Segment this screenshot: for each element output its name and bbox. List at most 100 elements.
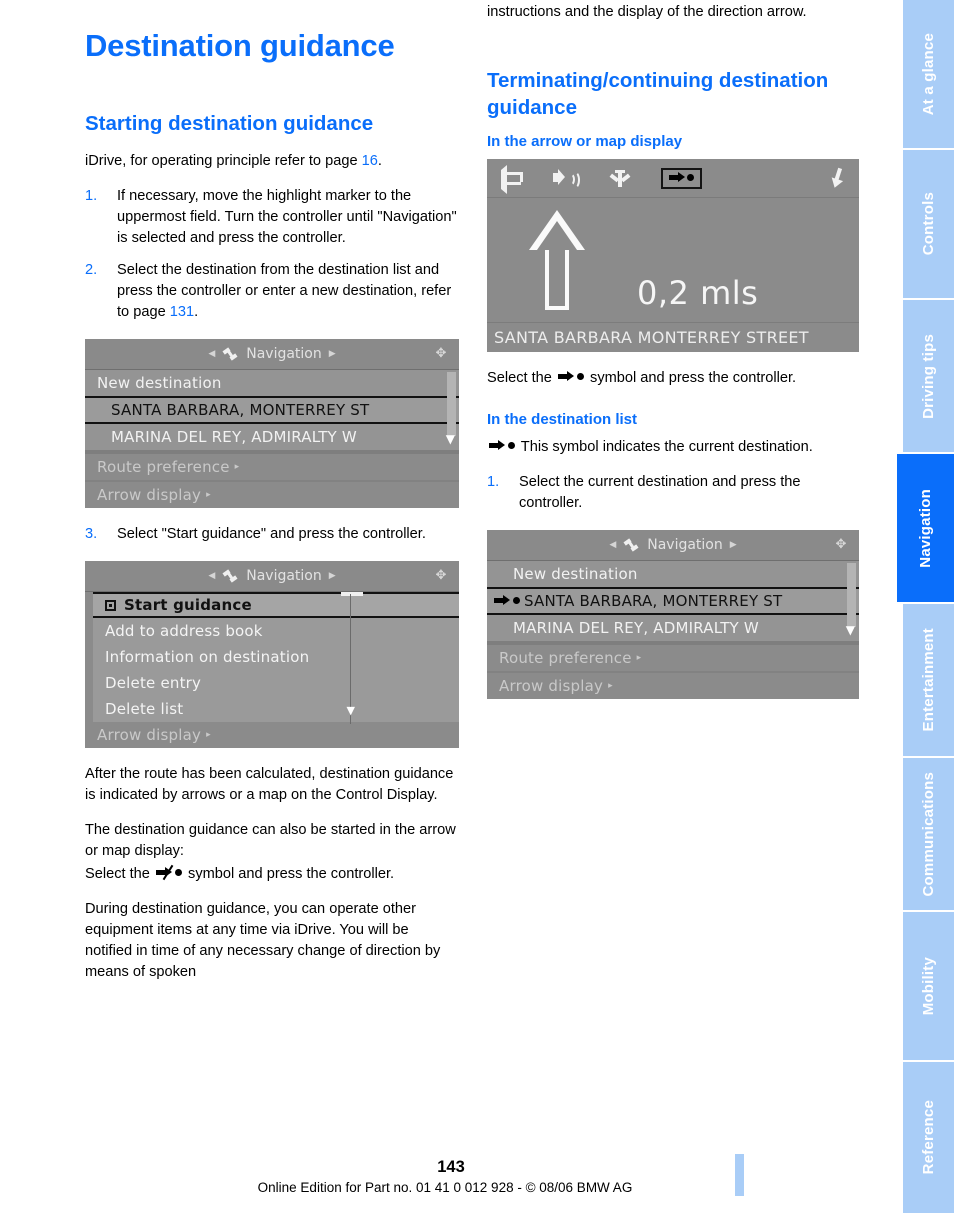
header-left-caret-icon[interactable]: ◀	[208, 349, 215, 359]
scroll-down-caret-icon[interactable]: ▼	[446, 432, 455, 446]
menu-scrollbar-thumb[interactable]	[341, 592, 363, 597]
menu-item-label: Start guidance	[124, 596, 252, 615]
sidebar-tab-at-a-glance[interactable]: At a glance	[903, 0, 954, 148]
list-scrollbar-thumb[interactable]	[447, 372, 456, 437]
sidebar-tab-driving-tips[interactable]: Driving tips	[903, 300, 954, 452]
paragraph-during-destination-guidance: During destination guidance, you can ope…	[85, 901, 441, 981]
current-street-name: SANTA BARBARA MONTERREY STREET	[487, 322, 859, 352]
page-reference-131[interactable]: 131	[170, 304, 194, 320]
menu-item-delete-entry[interactable]: Delete entry	[93, 670, 459, 697]
straight-ahead-arrow-icon	[529, 210, 585, 311]
idrive-intro-text: iDrive, for operating principle refer to…	[85, 153, 362, 170]
sidebar-tab-communications[interactable]: Communications	[903, 758, 954, 910]
header-right-caret-icon[interactable]: ▶	[730, 540, 737, 550]
exit-icon[interactable]	[827, 167, 845, 190]
list-item-current-destination[interactable]: SANTA BARBARA, MONTERREY ST	[487, 587, 859, 616]
list-item-label: Route preference	[499, 649, 632, 668]
step-1-number: 1.	[85, 188, 98, 205]
menu-item-start-guidance[interactable]: Start guidance	[93, 592, 459, 619]
list-item-arrow-display[interactable]: Arrow display ▸	[85, 482, 459, 509]
sidebar-tab-entertainment[interactable]: Entertainment	[903, 604, 954, 756]
move-crosshair-icon[interactable]: ✥	[832, 536, 850, 554]
step-3: 3. Select "Start guidance" and press the …	[85, 524, 459, 545]
list-item-new-destination[interactable]: New destination	[85, 370, 459, 397]
screenshot-arrow-display: 0,2 mls SANTA BARBARA MONTERREY STREET	[487, 159, 859, 353]
list-item-second-destination[interactable]: MARINA DEL REY, ADMIRALTY W	[487, 615, 859, 642]
scroll-down-caret-icon[interactable]: ▼	[347, 704, 355, 717]
list-item-arrow-display[interactable]: Arrow display ▸	[487, 673, 859, 700]
current-destination-symbol-icon	[494, 595, 520, 608]
destination-guidance-symbol-icon	[155, 864, 182, 881]
sidebar-tab-controls[interactable]: Controls	[903, 150, 954, 298]
step-1: 1. If necessary, move the highlight marke…	[85, 186, 459, 249]
list-item-route-preference[interactable]: Route preference ▸	[85, 454, 459, 481]
scroll-down-caret-icon[interactable]: ▼	[846, 623, 855, 637]
list-item-selected-destination[interactable]: SANTA BARBARA, MONTERREY ST	[85, 396, 459, 425]
left-column: Starting destination guidance iDrive, fo…	[85, 110, 459, 983]
list-item-label: Route preference	[97, 458, 230, 477]
idrive-header: ◀ Navigation ▶ ✥	[85, 561, 459, 593]
subsection-title-destination-list: In the destination list	[487, 411, 638, 429]
destination-list-steps: 1. Select the current destination and pre…	[487, 472, 860, 514]
list-item-label: SANTA BARBARA, MONTERREY ST	[524, 592, 783, 611]
sidebar-tab-reference[interactable]: Reference	[903, 1062, 954, 1213]
step-3-number: 3.	[85, 526, 98, 543]
idrive-menu-body: Start guidance Add to address book Infor…	[85, 592, 459, 749]
checkbox-icon[interactable]	[105, 599, 116, 611]
page-content: Destination guidance Starting destinatio…	[85, 4, 860, 983]
list-item-label: New destination	[513, 565, 638, 584]
list-item-route-preference[interactable]: Route preference ▸	[487, 645, 859, 672]
paragraph-continuation: instructions and the display of the dire…	[487, 4, 807, 20]
page-footer: 143 Online Edition for Part no. 01 41 0 …	[0, 1158, 890, 1213]
paragraph-select-symbol-terminate: Select the symbol and press the controll…	[487, 368, 860, 389]
sidebar-tab-navigation[interactable]: Navigation	[897, 454, 954, 602]
sidebar-tab-label: Mobility	[920, 956, 937, 1016]
list-item-new-destination[interactable]: New destination	[487, 561, 859, 588]
sidebar-tab-label: Reference	[920, 1100, 937, 1175]
subsection-title-arrow-or-map-display: In the arrow or map display	[487, 133, 683, 151]
header-right-caret-icon[interactable]: ▶	[329, 571, 336, 581]
right-column: instructions and the display of the dire…	[487, 2, 860, 715]
idrive-intro-paragraph: iDrive, for operating principle refer to…	[85, 151, 459, 172]
idrive-header-title: Navigation	[647, 537, 723, 554]
satellite-icon	[222, 346, 239, 361]
menu-item-delete-list[interactable]: Delete list	[93, 696, 459, 723]
paragraph-symbol-note: This symbol indicates the current destin…	[487, 437, 860, 458]
screenshot-navigation-context-menu: ◀ Navigation ▶ ✥ Start guidance Add to a…	[85, 561, 459, 749]
step-1-text: Select the current destination and press…	[519, 474, 801, 512]
page-reference-16[interactable]: 16	[362, 153, 378, 169]
menu-item-add-to-address-book[interactable]: Add to address book	[93, 618, 459, 645]
menu-item-information-on-destination[interactable]: Information on destination	[93, 644, 459, 671]
idrive-header-title: Navigation	[246, 568, 322, 585]
manual-page: Destination guidance Starting destinatio…	[0, 0, 954, 1213]
menu-item-label: Delete entry	[105, 674, 202, 693]
move-crosshair-icon[interactable]: ✥	[432, 345, 450, 363]
chevron-right-icon: ▸	[636, 653, 642, 664]
menu-item-arrow-display[interactable]: Arrow display ▸	[85, 722, 459, 749]
highway-icon[interactable]	[609, 169, 631, 187]
step-1-text: If necessary, move the highlight marker …	[117, 188, 457, 247]
sidebar-tab-mobility[interactable]: Mobility	[903, 912, 954, 1060]
step-2-text: Select the destination from the destinat…	[117, 262, 452, 321]
header-left-caret-icon[interactable]: ◀	[609, 540, 616, 550]
step-1-right: 1. Select the current destination and pre…	[487, 472, 860, 514]
back-icon[interactable]	[501, 165, 523, 195]
destination-guidance-icon[interactable]	[661, 167, 702, 189]
symbol-note-text: This symbol indicates the current destin…	[517, 439, 813, 456]
step-2-period: .	[194, 304, 199, 321]
header-left-caret-icon[interactable]: ◀	[208, 571, 215, 581]
list-scrollbar-thumb[interactable]	[847, 563, 856, 628]
move-crosshair-icon[interactable]: ✥	[432, 567, 450, 585]
destination-symbol-icon	[489, 439, 515, 452]
list-item-label: Arrow display	[499, 677, 604, 696]
starting-guidance-step-3: 3. Select "Start guidance" and press the …	[85, 524, 459, 545]
list-item-label: New destination	[97, 374, 222, 393]
list-item-second-destination[interactable]: MARINA DEL REY, ADMIRALTY W	[85, 424, 459, 451]
list-item-label: MARINA DEL REY, ADMIRALTY W	[513, 619, 759, 638]
satellite-icon	[623, 537, 640, 552]
header-right-caret-icon[interactable]: ▶	[329, 349, 336, 359]
remaining-distance: 0,2 mls	[637, 274, 759, 313]
screenshot-navigation-current-destination: ◀ Navigation ▶ ✥ New destination SANTA B…	[487, 530, 859, 700]
volume-icon[interactable]	[553, 169, 580, 189]
list-item-label: MARINA DEL REY, ADMIRALTY W	[111, 428, 357, 447]
